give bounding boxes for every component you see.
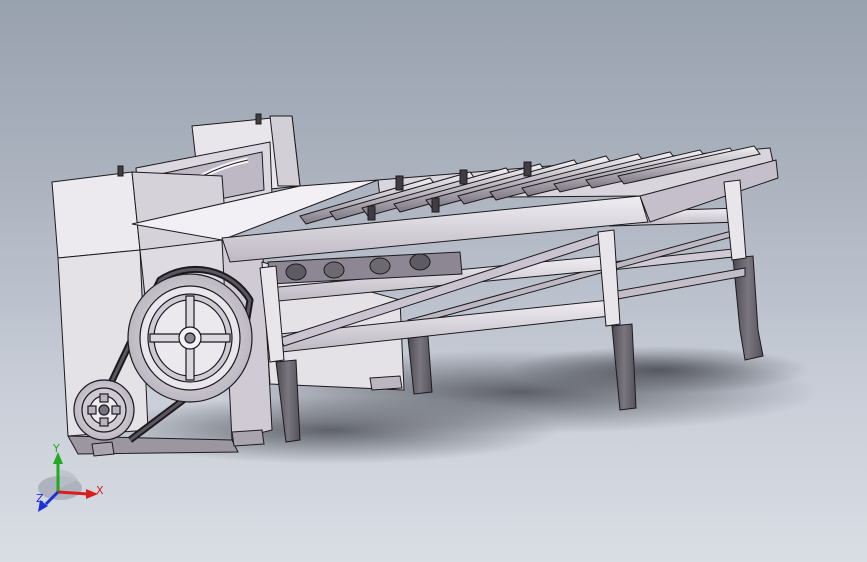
triad-z-label: Z [36,492,44,505]
3d-model-view[interactable]: Y X Z [0,0,867,562]
triad-x-label: X [96,484,104,497]
triad-y-label: Y [52,442,60,455]
large-pulley-wheel [127,273,253,403]
small-pulley-wheel [73,379,135,441]
graphics-viewport[interactable]: Y X Z [0,0,867,562]
